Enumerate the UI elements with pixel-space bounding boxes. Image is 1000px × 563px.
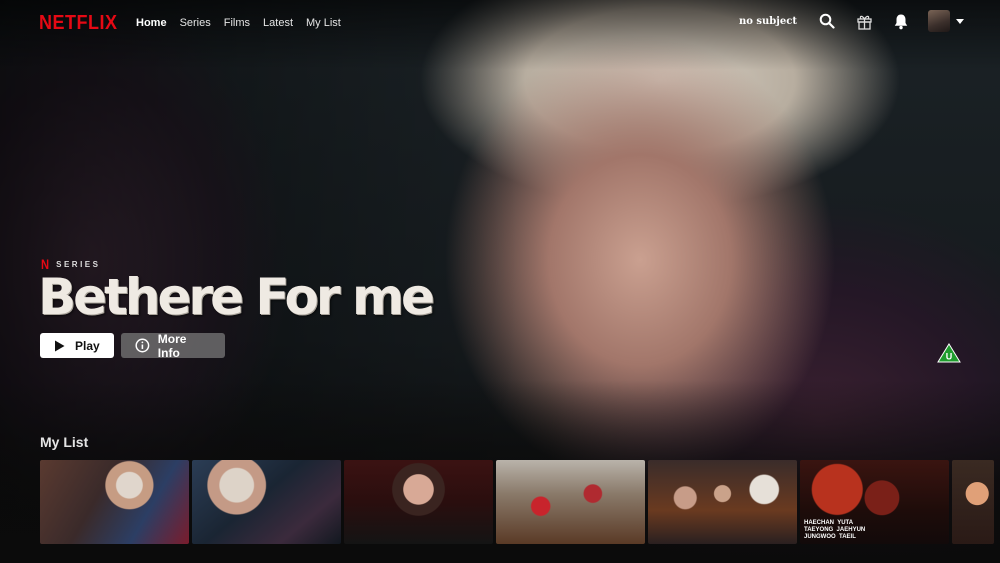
- more-info-button[interactable]: More Info: [121, 331, 225, 360]
- list-item[interactable]: [344, 460, 493, 544]
- list-item[interactable]: [496, 460, 645, 544]
- search-icon[interactable]: [817, 11, 837, 31]
- list-item[interactable]: [952, 460, 994, 544]
- thumb-caption: HAECHAN YUTA TAEYONG JAEHYUN JUNGWOO TAE…: [804, 520, 866, 540]
- my-list-title: My List: [40, 434, 89, 450]
- nav-right: no subject: [739, 10, 964, 32]
- nav-home[interactable]: Home: [136, 17, 167, 29]
- rating-badge: U: [937, 343, 961, 368]
- profile-name[interactable]: no subject: [739, 16, 797, 27]
- hero-buttons: Play More Info: [40, 331, 225, 360]
- nav-latest[interactable]: Latest: [263, 17, 293, 29]
- nav-my-list[interactable]: My List: [306, 17, 341, 29]
- top-nav: NETFLIX Home Series Films Latest My List…: [0, 0, 1000, 48]
- play-icon: [55, 340, 65, 351]
- avatar[interactable]: [928, 10, 950, 32]
- nav-series[interactable]: Series: [180, 17, 211, 29]
- gift-icon[interactable]: [854, 11, 874, 31]
- info-icon: [135, 338, 150, 353]
- my-list-row: HAECHAN YUTA TAEYONG JAEHYUN JUNGWOO TAE…: [40, 460, 1000, 544]
- play-button-label: Play: [75, 338, 100, 353]
- netflix-logo[interactable]: NETFLIX: [39, 10, 118, 34]
- list-item[interactable]: [648, 460, 797, 544]
- list-item[interactable]: HAECHAN YUTA TAEYONG JAEHYUN JUNGWOO TAE…: [800, 460, 949, 544]
- nav-films[interactable]: Films: [224, 17, 250, 29]
- more-info-label: More Info: [157, 331, 187, 360]
- rating-label: U: [946, 352, 953, 362]
- bell-icon[interactable]: [891, 11, 911, 31]
- list-item[interactable]: [40, 460, 189, 544]
- list-item[interactable]: [192, 460, 341, 544]
- show-title: Bethere For me: [38, 268, 435, 326]
- nav-links: Home Series Films Latest My List: [136, 17, 341, 29]
- caret-down-icon[interactable]: [956, 18, 964, 24]
- play-button[interactable]: Play: [40, 333, 114, 358]
